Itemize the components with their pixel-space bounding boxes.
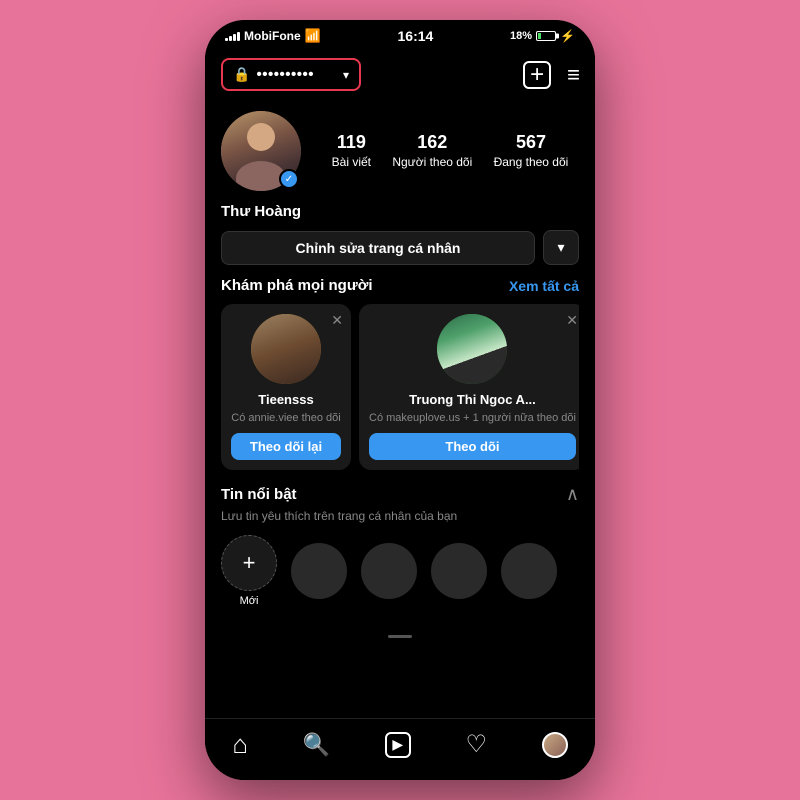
- followers-count: 162: [417, 132, 447, 153]
- posts-count: 119: [337, 132, 366, 153]
- signal-bar-1: [225, 38, 228, 41]
- charging-icon: ⚡: [560, 29, 575, 43]
- stat-posts[interactable]: 119 Bài viết: [332, 132, 371, 169]
- highlight-circle-1[interactable]: [291, 543, 347, 599]
- highlights-subtitle: Lưu tin yêu thích trên trang cá nhân của…: [221, 509, 579, 523]
- highlights-row: + Mới: [221, 535, 579, 607]
- bottom-nav: ⌂ 🔍 ▶ ♡: [205, 718, 595, 780]
- username-selector[interactable]: 🔒 •••••••••• ▾: [221, 58, 361, 91]
- app-content: 🔒 •••••••••• ▾ + ≡ ✓: [205, 48, 595, 780]
- highlight-circle-3[interactable]: [431, 543, 487, 599]
- close-card-2-button[interactable]: ✕: [566, 312, 578, 329]
- battery-icon: [536, 31, 556, 41]
- card-name-1: Tieensss: [231, 392, 341, 407]
- profile-name: Thư Hoàng: [221, 203, 579, 220]
- highlight-circle-1-bg[interactable]: [291, 543, 347, 599]
- card-avatar-1: [251, 314, 321, 384]
- highlights-header: Tin nổi bật ∧: [221, 484, 579, 505]
- avatar-container: ✓: [221, 111, 301, 191]
- verified-badge: ✓: [279, 169, 299, 189]
- nav-reels[interactable]: ▶: [385, 732, 411, 758]
- reels-icon: ▶: [385, 732, 411, 758]
- highlights-title: Tin nổi bật: [221, 486, 297, 503]
- nav-icons: + ≡: [523, 61, 579, 89]
- username-text: ••••••••••: [256, 66, 337, 83]
- highlight-new-circle[interactable]: +: [221, 535, 277, 591]
- discover-card-1: ✕ Tieensss Có annie.viee theo dõi Theo d…: [221, 304, 351, 470]
- status-bar: MobiFone 📶 16:14 18% ⚡: [205, 20, 595, 48]
- stat-following[interactable]: 567 Đang theo dõi: [494, 132, 569, 169]
- battery-fill: [538, 33, 541, 39]
- posts-label: Bài viết: [332, 155, 371, 169]
- nav-search[interactable]: 🔍: [303, 732, 330, 758]
- status-time: 16:14: [398, 28, 434, 44]
- close-card-1-button[interactable]: ✕: [331, 312, 343, 329]
- battery-cap: [556, 34, 559, 39]
- card-avatar-2: [437, 314, 507, 384]
- profile-stats: 119 Bài viết 162 Người theo dõi 567 Đang…: [321, 132, 579, 169]
- followers-label: Người theo dõi: [392, 155, 472, 169]
- signal-bars: [225, 32, 240, 41]
- signal-bar-3: [233, 34, 236, 41]
- discover-cards: ✕ Tieensss Có annie.viee theo dõi Theo d…: [221, 304, 579, 470]
- follow-button-1[interactable]: Theo dõi lại: [231, 433, 341, 460]
- profile-avatar-small: [542, 732, 568, 758]
- highlight-circle-2[interactable]: [361, 543, 417, 599]
- carrier-label: MobiFone: [244, 29, 301, 43]
- highlights-section: Tin nổi bật ∧ Lưu tin yêu thích trên tra…: [205, 470, 595, 615]
- highlight-circle-4-bg[interactable]: [501, 543, 557, 599]
- status-left: MobiFone 📶: [225, 28, 321, 44]
- edit-profile-button[interactable]: Chỉnh sửa trang cá nhân: [221, 231, 535, 265]
- home-icon: ⌂: [232, 729, 248, 760]
- dropdown-arrow-icon: ▾: [343, 68, 349, 82]
- highlight-circle-3-bg[interactable]: [431, 543, 487, 599]
- scroll-area[interactable]: 🔒 •••••••••• ▾ + ≡ ✓: [205, 48, 595, 780]
- status-right: 18% ⚡: [510, 29, 575, 43]
- highlight-circle-2-bg[interactable]: [361, 543, 417, 599]
- add-highlight-icon: +: [243, 550, 256, 576]
- follow-button-2[interactable]: Theo dõi: [369, 433, 576, 460]
- card-mutual-2: Có makeuplove.us + 1 người nữa theo dõi: [369, 411, 576, 425]
- heart-icon: ♡: [465, 730, 487, 759]
- grid-tab-indicator: [388, 635, 412, 638]
- highlight-new-label: Mới: [240, 595, 259, 607]
- wifi-icon: 📶: [305, 28, 321, 44]
- add-post-button[interactable]: +: [523, 61, 551, 89]
- menu-button[interactable]: ≡: [567, 62, 579, 88]
- signal-bar-4: [237, 32, 240, 41]
- card-mutual-1: Có annie.viee theo dõi: [231, 411, 341, 425]
- nav-profile[interactable]: [542, 732, 568, 758]
- discover-section: Khám phá mọi người Xem tất cả ✕ Tieensss…: [205, 277, 595, 470]
- nav-home[interactable]: ⌂: [232, 729, 248, 760]
- see-all-button[interactable]: Xem tất cả: [509, 278, 579, 294]
- highlights-collapse-button[interactable]: ∧: [566, 484, 579, 505]
- following-label: Đang theo dõi: [494, 155, 569, 169]
- card-name-2: Truong Thi Ngoc A...: [369, 392, 576, 407]
- following-count: 567: [516, 132, 546, 153]
- discover-card-2: ✕ Truong Thi Ngoc A... Có makeuplove.us …: [359, 304, 579, 470]
- stat-followers[interactable]: 162 Người theo dõi: [392, 132, 472, 169]
- discover-header: Khám phá mọi người Xem tất cả: [221, 277, 579, 294]
- signal-bar-2: [229, 36, 232, 41]
- lock-icon: 🔒: [233, 66, 250, 83]
- highlight-new[interactable]: + Mới: [221, 535, 277, 607]
- discover-title: Khám phá mọi người: [221, 277, 373, 294]
- top-nav: 🔒 •••••••••• ▾ + ≡: [205, 48, 595, 101]
- profile-dropdown-button[interactable]: ▾: [543, 230, 579, 265]
- battery-percent: 18%: [510, 30, 532, 42]
- nav-heart[interactable]: ♡: [465, 730, 487, 759]
- phone-frame: MobiFone 📶 16:14 18% ⚡ 🔒 •••••••••• ▾: [205, 20, 595, 780]
- search-icon: 🔍: [303, 732, 330, 758]
- profile-header: ✓ 119 Bài viết 162 Người theo dõi: [221, 111, 579, 191]
- profile-section: ✓ 119 Bài viết 162 Người theo dõi: [205, 101, 595, 277]
- highlight-circle-4[interactable]: [501, 543, 557, 599]
- profile-actions: Chỉnh sửa trang cá nhân ▾: [221, 230, 579, 265]
